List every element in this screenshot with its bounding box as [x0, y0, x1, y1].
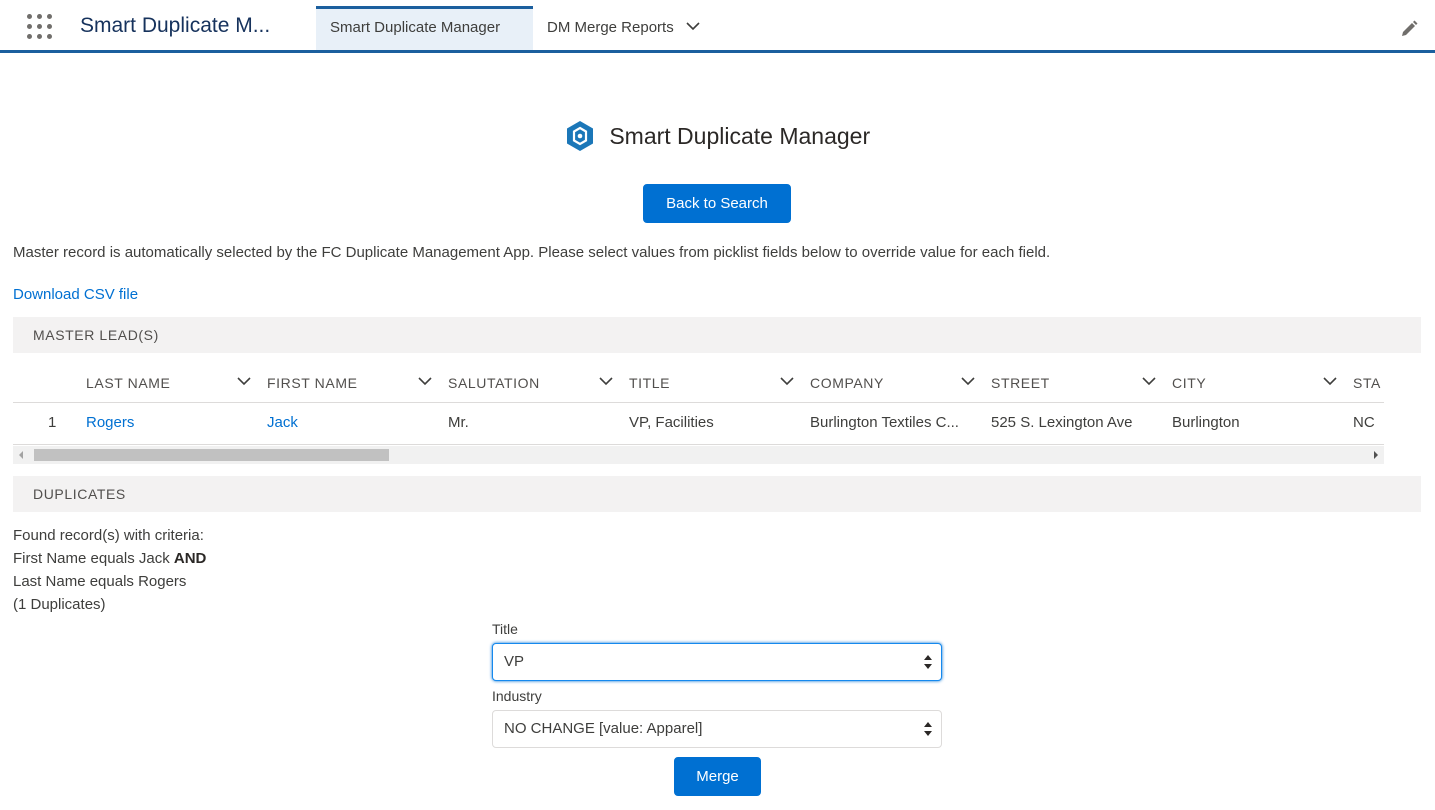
column-header-street[interactable]: STREET	[991, 364, 1156, 402]
industry-select[interactable]: NO CHANGE [value: Apparel]	[492, 710, 942, 748]
chevron-down-icon[interactable]	[599, 377, 613, 386]
chevron-down-icon[interactable]	[686, 22, 700, 31]
criteria-line: First Name equals Jack AND	[13, 547, 206, 570]
scroll-left-arrow-icon[interactable]	[19, 451, 23, 459]
cell-salutation: Mr.	[448, 414, 469, 431]
cell-city: Burlington	[1172, 414, 1240, 431]
merge-button[interactable]: Merge	[674, 757, 761, 796]
hexagon-logo-icon	[566, 121, 593, 151]
duplicates-count: (1 Duplicates)	[13, 596, 106, 613]
page-header: Smart Duplicate Manager	[0, 120, 1435, 152]
scrollbar-thumb[interactable]	[34, 449, 389, 461]
tab-label: DM Merge Reports	[547, 19, 674, 36]
instructions-text: Master record is automatically selected …	[13, 244, 1051, 261]
column-header-salutation[interactable]: SALUTATION	[448, 364, 613, 402]
cell-state: NC	[1353, 414, 1375, 431]
cell-first-name-link[interactable]: Jack	[267, 403, 432, 443]
duplicates-heading: DUPLICATES	[13, 476, 1421, 512]
title-select-value: VP	[504, 653, 525, 670]
page-title: Smart Duplicate Manager	[609, 122, 871, 149]
column-label: COMPANY	[810, 375, 884, 391]
column-label: STA	[1353, 375, 1381, 391]
download-csv-link[interactable]: Download CSV file	[13, 286, 138, 303]
column-header-title[interactable]: TITLE	[629, 364, 794, 402]
industry-field-label: Industry	[492, 688, 542, 704]
chevron-down-icon[interactable]	[1323, 377, 1337, 386]
up-down-arrows-icon	[924, 722, 932, 736]
back-to-search-button[interactable]: Back to Search	[643, 184, 791, 223]
master-leads-table: LAST NAME FIRST NAME SALUTATION TITLE CO…	[13, 364, 1384, 446]
chevron-down-icon[interactable]	[780, 377, 794, 386]
edit-pencil-icon[interactable]	[1400, 20, 1418, 38]
chevron-down-icon[interactable]	[418, 377, 432, 386]
column-header-city[interactable]: CITY	[1172, 364, 1337, 402]
chevron-down-icon[interactable]	[961, 377, 975, 386]
duplicate-criteria: Found record(s) with criteria: First Nam…	[13, 524, 206, 616]
title-select[interactable]: VP	[492, 643, 942, 681]
column-header-company[interactable]: COMPANY	[810, 364, 975, 402]
column-header-first-name[interactable]: FIRST NAME	[267, 364, 432, 402]
row-divider	[13, 444, 1384, 445]
column-label: SALUTATION	[448, 375, 540, 391]
column-label: STREET	[991, 375, 1050, 391]
app-launcher-icon[interactable]	[27, 14, 53, 40]
chevron-down-icon[interactable]	[237, 377, 251, 386]
title-field-label: Title	[492, 621, 518, 637]
column-header-last-name[interactable]: LAST NAME	[86, 364, 251, 402]
column-label: LAST NAME	[86, 375, 171, 391]
tab-label: Smart Duplicate Manager	[330, 19, 501, 36]
column-header-state[interactable]: STA	[1353, 364, 1384, 402]
criteria-and: AND	[173, 550, 207, 567]
scroll-right-arrow-icon[interactable]	[1374, 451, 1378, 459]
column-label: TITLE	[629, 375, 671, 391]
horizontal-scrollbar[interactable]	[13, 446, 1384, 464]
app-name: Smart Duplicate M...	[80, 14, 271, 37]
top-nav-bar: Smart Duplicate M... Smart Duplicate Man…	[0, 0, 1435, 53]
criteria-first-name: First Name equals Jack	[13, 550, 174, 567]
cell-street: 525 S. Lexington Ave	[991, 414, 1133, 431]
cell-title: VP, Facilities	[629, 414, 714, 431]
industry-select-value: NO CHANGE [value: Apparel]	[504, 720, 703, 737]
tab-dm-merge-reports[interactable]: DM Merge Reports	[533, 6, 723, 50]
tab-smart-duplicate-manager[interactable]: Smart Duplicate Manager	[316, 6, 533, 50]
criteria-last-name: Last Name equals Rogers	[13, 573, 187, 590]
cell-last-name-link[interactable]: Rogers	[86, 403, 251, 443]
master-leads-heading: MASTER LEAD(S)	[13, 317, 1421, 353]
chevron-down-icon[interactable]	[1142, 377, 1156, 386]
row-index: 1	[48, 414, 57, 431]
column-label: CITY	[1172, 375, 1207, 391]
criteria-intro: Found record(s) with criteria:	[13, 527, 204, 544]
column-label: FIRST NAME	[267, 375, 358, 391]
cell-company: Burlington Textiles C...	[810, 414, 959, 431]
up-down-arrows-icon	[924, 655, 932, 669]
